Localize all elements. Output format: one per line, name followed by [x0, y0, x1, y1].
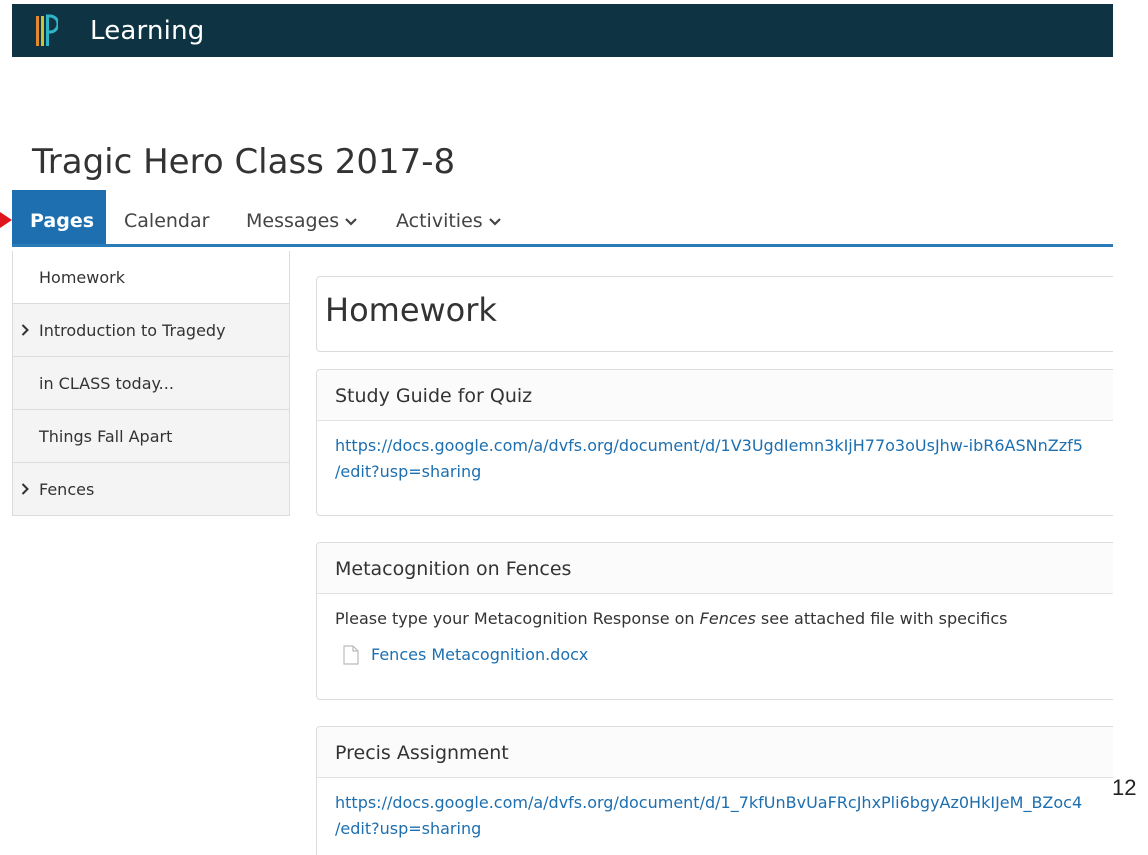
sidebar-item-things-fall-apart[interactable]: Things Fall Apart — [13, 410, 289, 463]
pointer-arrow-icon — [0, 212, 12, 228]
tab-label: Pages — [30, 210, 95, 232]
link-text-line: /edit?usp=sharing — [335, 462, 482, 481]
tab-activities[interactable]: Activities — [396, 190, 501, 244]
tab-messages[interactable]: Messages — [246, 190, 357, 244]
section-precis: Precis Assignment https://docs.google.co… — [316, 726, 1113, 855]
sidebar-item-label: Things Fall Apart — [39, 427, 173, 446]
section-text: Please type your Metacognition Response … — [335, 606, 1113, 632]
sidebar-item-fences[interactable]: Fences — [13, 463, 289, 515]
section-study-guide: Study Guide for Quiz https://docs.google… — [316, 369, 1113, 516]
text-segment: see attached file with specifics — [755, 609, 1008, 628]
chevron-down-icon — [345, 218, 357, 226]
attachment-link[interactable]: Fences Metacognition.docx — [371, 645, 588, 664]
tab-label: Calendar — [124, 210, 210, 232]
study-guide-link[interactable]: https://docs.google.com/a/dvfs.org/docum… — [335, 433, 1113, 485]
chevron-right-icon[interactable] — [21, 483, 29, 495]
sidebar-item-in-class-today[interactable]: in CLASS today... — [13, 357, 289, 410]
app-window: Learning Tragic Hero Class 2017-8 Pages … — [12, 4, 1113, 855]
tab-calendar[interactable]: Calendar — [124, 190, 209, 244]
text-segment: Please type your Metacognition Response … — [335, 609, 700, 628]
page-sidebar: Homework Introduction to Tragedy in CLAS… — [12, 251, 290, 516]
sidebar-item-label: in CLASS today... — [39, 374, 174, 393]
link-text-line: https://docs.google.com/a/dvfs.org/docum… — [335, 436, 1083, 455]
section-body: https://docs.google.com/a/dvfs.org/docum… — [317, 421, 1113, 497]
tab-label: Activities — [396, 210, 483, 232]
sidebar-item-introduction-to-tragedy[interactable]: Introduction to Tragedy — [13, 304, 289, 357]
section-body: Please type your Metacognition Response … — [317, 594, 1113, 680]
section-title: Precis Assignment — [317, 727, 1113, 778]
sidebar-item-label: Introduction to Tragedy — [39, 321, 226, 340]
section-title: Metacognition on Fences — [317, 543, 1113, 594]
section-body: https://docs.google.com/a/dvfs.org/docum… — [317, 778, 1113, 854]
precis-link[interactable]: https://docs.google.com/a/dvfs.org/docum… — [335, 790, 1113, 842]
class-title: Tragic Hero Class 2017-8 — [32, 142, 456, 182]
attachment-row: Fences Metacognition.docx — [335, 642, 1113, 668]
link-text-line: https://docs.google.com/a/dvfs.org/docum… — [335, 793, 1083, 812]
brand-name: Learning — [90, 16, 205, 46]
sidebar-item-label: Homework — [39, 268, 125, 287]
text-emphasis: Fences — [699, 609, 756, 628]
section-title: Study Guide for Quiz — [317, 370, 1113, 421]
document-icon — [343, 645, 359, 665]
sidebar-item-homework[interactable]: Homework — [13, 251, 289, 304]
page-header-panel: Homework — [316, 276, 1113, 352]
chevron-down-icon — [488, 218, 501, 226]
sidebar-item-label: Fences — [39, 480, 95, 499]
powerschool-logo-icon — [36, 14, 58, 46]
page-title: Homework — [325, 291, 497, 329]
section-metacognition: Metacognition on Fences Please type your… — [316, 542, 1113, 700]
chevron-right-icon[interactable] — [21, 324, 29, 336]
top-bar: Learning — [12, 4, 1113, 57]
tab-bar: Pages Calendar Messages Activities — [12, 190, 1113, 247]
link-text-line: /edit?usp=sharing — [335, 819, 482, 838]
tab-pages[interactable]: Pages — [12, 190, 106, 244]
tab-label: Messages — [246, 210, 340, 232]
slide-number: 12 — [1112, 775, 1137, 800]
